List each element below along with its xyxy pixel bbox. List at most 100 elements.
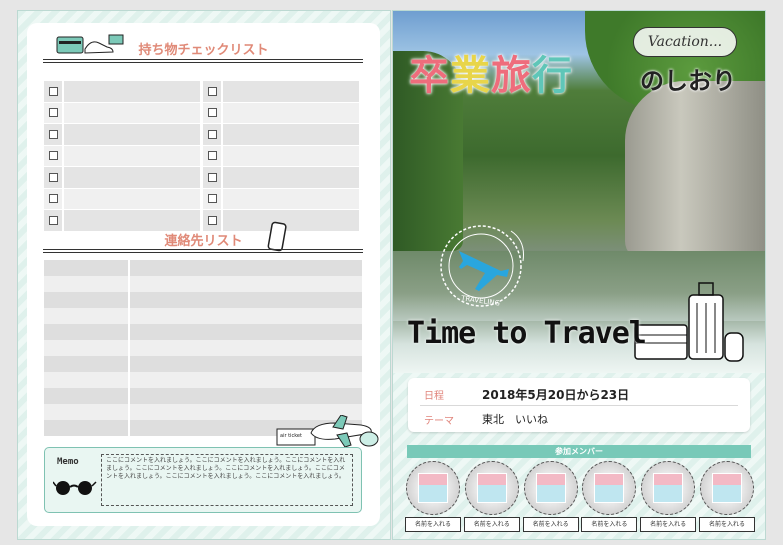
member-photo-frame[interactable] (464, 461, 519, 515)
checklist-item-field[interactable] (64, 102, 203, 124)
checklist-item-field[interactable] (64, 145, 203, 167)
member-slot: 名前を入れる (463, 461, 520, 532)
member-photo-frame[interactable] (641, 461, 696, 515)
contact-info-field[interactable] (130, 308, 362, 324)
member-photo-frame[interactable] (406, 461, 460, 515)
contact-info-field[interactable] (130, 372, 362, 388)
checkbox[interactable] (48, 86, 58, 96)
checklist-item-field[interactable] (64, 210, 203, 232)
cover-title: 卒業旅行 (409, 53, 573, 99)
checklist-item-field[interactable] (64, 167, 203, 189)
checklist-table (44, 81, 364, 232)
member-slot: 名前を入れる (698, 461, 755, 532)
contact-name-field[interactable] (44, 324, 130, 340)
theme-value[interactable]: 東北 いいね (482, 411, 548, 427)
cover-photo: 卒業旅行 Vacation... のしおり TRAVELING Time to (393, 11, 765, 373)
memo-box: Memo ここにコメントを入れましょう。ここにコメントを入れましょう。ここにコメ… (44, 447, 362, 513)
contact-name-field[interactable] (44, 420, 130, 436)
contact-name-field[interactable] (44, 308, 130, 324)
left-card: 持ち物チェックリスト 連絡先リスト air ticket Memo ここにコメン… (27, 23, 380, 526)
checkbox[interactable] (207, 108, 217, 118)
checkbox[interactable] (48, 172, 58, 182)
contact-name-field[interactable] (44, 292, 130, 308)
checkbox[interactable] (207, 129, 217, 139)
checklist-item-field[interactable] (223, 124, 362, 146)
contact-info-field[interactable] (130, 292, 362, 308)
member-photo-frame[interactable] (582, 461, 637, 515)
contact-info-field[interactable] (130, 356, 362, 372)
member-slot: 名前を入れる (581, 461, 638, 532)
members-title: 参加メンバー (407, 445, 751, 458)
contact-row (44, 308, 362, 324)
member-photo-frame[interactable] (699, 461, 754, 515)
member-photo (418, 473, 448, 503)
checklist-item-field[interactable] (223, 188, 362, 210)
checklist-item-field[interactable] (223, 81, 362, 103)
contact-row (44, 340, 362, 356)
contact-name-field[interactable] (44, 372, 130, 388)
checkbox[interactable] (207, 86, 217, 96)
cover-subtitle: のしおり (640, 67, 736, 95)
checkbox[interactable] (207, 215, 217, 225)
memo-label: Memo (57, 457, 79, 467)
checklist-item-field[interactable] (64, 81, 203, 103)
contact-row (44, 260, 362, 276)
member-name[interactable]: 名前を入れる (522, 517, 579, 532)
schedule-value[interactable]: 2018年5月20日から23日 (482, 386, 629, 403)
checkbox[interactable] (48, 194, 58, 204)
document-canvas: 持ち物チェックリスト 連絡先リスト air ticket Memo ここにコメン… (0, 0, 783, 545)
contact-info-field[interactable] (130, 324, 362, 340)
checkbox[interactable] (207, 172, 217, 182)
checklist-row (44, 102, 364, 124)
member-photo (476, 473, 507, 503)
contact-info-field[interactable] (130, 388, 362, 404)
contact-row (44, 276, 362, 292)
checkbox[interactable] (48, 151, 58, 161)
info-divider (420, 405, 738, 406)
checklist-row (44, 81, 364, 103)
contact-name-field[interactable] (44, 276, 130, 292)
member-name[interactable]: 名前を入れる (581, 517, 638, 532)
checklist-item-field[interactable] (64, 124, 203, 146)
checklist-item-field[interactable] (64, 188, 203, 210)
contact-name-field[interactable] (44, 356, 130, 372)
sunglasses-icon (53, 481, 97, 495)
contacts-rule (43, 249, 363, 253)
contact-info-field[interactable] (130, 276, 362, 292)
vacation-bubble: Vacation... (633, 27, 737, 57)
checklist-row (44, 188, 364, 210)
contact-row (44, 324, 362, 340)
airplane-ticket-icon: air ticket (276, 415, 379, 448)
checklist-item-field[interactable] (223, 102, 362, 124)
checklist-item-field[interactable] (223, 167, 362, 189)
checklist-row (44, 167, 364, 189)
checkbox[interactable] (48, 215, 58, 225)
member-photo (535, 473, 566, 503)
contact-info-field[interactable] (130, 340, 362, 356)
schedule-label: 日程 (424, 391, 444, 402)
checklist-item-field[interactable] (223, 145, 362, 167)
memo-text[interactable]: ここにコメントを入れましょう。ここにコメントを入れましょう。ここにコメントを入れ… (101, 454, 353, 506)
contact-name-field[interactable] (44, 260, 130, 276)
checkbox[interactable] (207, 151, 217, 161)
member-name[interactable]: 名前を入れる (405, 517, 461, 532)
checkbox[interactable] (48, 129, 58, 139)
checklist-item-field[interactable] (223, 210, 362, 232)
member-photo (594, 473, 625, 503)
contact-row (44, 372, 362, 388)
contact-name-field[interactable] (44, 404, 130, 420)
contact-name-field[interactable] (44, 388, 130, 404)
checkbox[interactable] (207, 194, 217, 204)
member-name[interactable]: 名前を入れる (640, 517, 697, 532)
member-name[interactable]: 名前を入れる (698, 517, 755, 532)
checkbox[interactable] (48, 108, 58, 118)
member-photo (653, 473, 684, 503)
trip-info-card: 日程 2018年5月20日から23日 テーマ 東北 いいね (408, 378, 750, 432)
checklist-row (44, 124, 364, 146)
contact-name-field[interactable] (44, 340, 130, 356)
member-slot: 名前を入れる (405, 461, 461, 532)
contacts-table (44, 260, 362, 436)
member-photo-frame[interactable] (523, 461, 578, 515)
contact-info-field[interactable] (130, 260, 362, 276)
member-name[interactable]: 名前を入れる (463, 517, 520, 532)
